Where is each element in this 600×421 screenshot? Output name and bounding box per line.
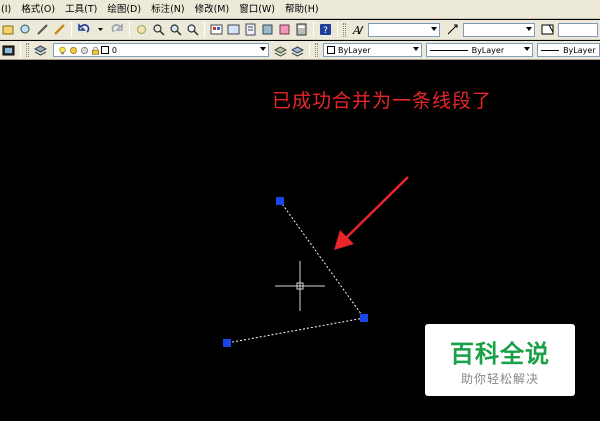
redo-icon[interactable] [111,23,124,36]
chevron-down-icon [431,26,437,31]
menu-item-modify[interactable]: 修改(M) [190,0,235,18]
toolbar-separator [309,42,311,58]
layer-combo[interactable]: 0 [52,43,270,57]
color-control-value: ByLayer [338,45,371,55]
text-style-icon[interactable]: A [351,23,364,36]
pan-icon[interactable] [135,23,148,36]
chevron-down-icon [526,26,532,31]
menu-item-insert[interactable]: (I) [0,0,16,18]
zoom-window-icon[interactable] [169,23,182,36]
properties-icon[interactable] [210,23,223,36]
color-control-combo[interactable]: ByLayer [323,43,422,57]
lineweight-control-value: ByLayer [563,45,596,55]
toolbar-separator [129,22,130,37]
standard-toolbar: ? A [0,20,600,40]
menu-item-format[interactable]: 格式(O) [16,0,60,18]
watermark-logo: 百科全说 助你轻松解决 [425,324,575,396]
lineweight-preview [541,49,560,51]
toolbar-grip[interactable] [315,43,318,57]
tool-palette-icon[interactable] [244,23,257,36]
layer-previous-icon[interactable] [291,44,305,57]
chevron-down-icon [412,47,419,51]
svg-text:A: A [352,24,361,36]
grip-handle-top[interactable] [276,197,284,205]
watermark-subtitle: 助你轻松解决 [460,372,539,386]
menu-item-dimension[interactable]: 标注(N) [146,0,190,18]
chevron-down-icon [524,47,531,51]
lineweight-control-combo[interactable]: ByLayer [537,43,600,57]
pencil-icon[interactable] [36,23,49,36]
layer-properties-icon[interactable] [33,44,47,57]
calculator-icon[interactable] [295,23,308,36]
toolbar-separator [204,22,205,37]
zoom-icon[interactable] [19,23,32,36]
design-center-icon[interactable] [227,23,240,36]
make-current-layer-icon[interactable] [274,44,288,57]
dimension-style-combo[interactable] [463,22,535,37]
watermark-title: 百科全说 [450,340,550,368]
menu-item-tools[interactable]: 工具(T) [60,0,102,18]
menu-item-window[interactable]: 窗口(W) [234,0,280,18]
layer-color-swatch [100,46,109,54]
zoom-realtime-icon[interactable] [152,23,165,36]
linetype-control-value: ByLayer [471,45,505,55]
menu-bar: (I) 格式(O) 工具(T) 绘图(D) 标注(N) 修改(M) 窗口(W) … [0,0,600,19]
zoom-previous-icon[interactable] [186,23,199,36]
line-segment-upper[interactable] [279,200,365,319]
freeze-icon[interactable] [80,44,89,57]
layers-properties-toolbar: 0 ByLayer ByLayer ByLayer [0,41,600,60]
brush-icon[interactable] [53,23,66,36]
toolbar-separator [20,42,21,58]
lock-icon[interactable] [91,44,100,57]
table-style-combo[interactable] [558,22,598,37]
layer-name: 0 [111,45,117,55]
grip-handle-vertex[interactable] [360,314,368,322]
line-segment-lower[interactable] [226,317,365,344]
color-swatch [327,46,335,54]
toolbar-separator [313,22,314,37]
menu-item-help[interactable]: 帮助(H) [280,0,324,18]
toolbar-separator [337,22,338,37]
svg-text:?: ? [323,26,328,36]
menu-item-draw[interactable]: 绘图(D) [102,0,146,18]
linetype-control-combo[interactable]: ByLayer [425,43,534,57]
lightbulb-icon[interactable] [58,44,67,57]
undo-dropdown-icon[interactable] [94,23,107,36]
dimension-style-icon[interactable] [446,23,459,36]
annotation-arrow [334,176,409,250]
sheet-set-icon[interactable] [261,23,274,36]
linetype-preview [429,49,468,51]
toolbar-separator [71,22,72,37]
open-file-icon[interactable] [2,23,15,36]
markup-icon[interactable] [278,23,291,36]
text-style-combo[interactable] [368,22,440,37]
sun-icon[interactable] [69,44,78,57]
undo-icon[interactable] [77,23,90,36]
chevron-down-icon [260,47,267,51]
crosshair-cursor [275,261,325,311]
annotation-text: 已成功合并为一条线段了 [272,90,493,112]
toolbar-grip[interactable] [26,43,29,57]
toolbar-grip[interactable] [343,22,346,37]
grip-handle-end[interactable] [223,339,231,347]
table-style-icon[interactable] [541,23,554,36]
layer-states-icon[interactable] [2,44,15,57]
help-icon[interactable]: ? [319,23,332,36]
